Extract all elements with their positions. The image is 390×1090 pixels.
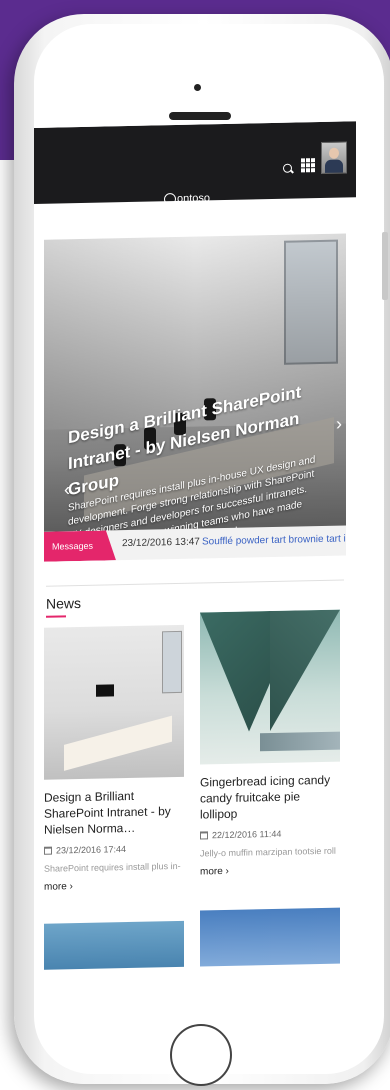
earpiece-speaker [169, 112, 231, 120]
image-monitor [96, 684, 114, 697]
news-card-image [44, 624, 184, 780]
message-date: 23/12/2016 13:47 [122, 536, 200, 550]
more-link[interactable]: more › [44, 879, 184, 893]
section-divider [46, 579, 344, 587]
image-bridge-span [200, 611, 270, 732]
carousel-next-icon[interactable]: › [336, 414, 342, 435]
avatar[interactable] [321, 141, 347, 174]
app-screen: ontoso Design a Brilliant SharePoint Int… [34, 121, 356, 970]
image-city [260, 731, 340, 752]
brand-logo[interactable]: ontoso [164, 192, 211, 206]
news-heading: News [46, 595, 82, 612]
message-link[interactable]: Soufflé powder tart brownie tart ic [202, 533, 346, 547]
carousel-prev-icon[interactable]: ‹ [64, 479, 70, 500]
news-card[interactable]: Design a Brilliant SharePoint Intranet -… [44, 624, 184, 893]
messages-badge[interactable]: Messages [44, 530, 116, 562]
image-table [64, 715, 172, 771]
news-card-image[interactable] [44, 920, 184, 970]
front-camera [194, 84, 201, 91]
logo-text: ontoso [177, 192, 211, 206]
news-card-title[interactable]: Gingerbread icing candy candy fruitcake … [200, 772, 340, 823]
logo-c-icon [164, 193, 176, 206]
search-icon[interactable] [283, 163, 292, 173]
messages-ticker: Messages 23/12/2016 13:47 Soufflé powder… [44, 525, 346, 562]
news-card-title[interactable]: Design a Brilliant SharePoint Intranet -… [44, 787, 184, 838]
news-card-image[interactable] [200, 907, 340, 970]
news-card-excerpt: Jelly-o muffin marzipan tootsie roll [200, 845, 336, 859]
app-launcher-icon[interactable] [301, 158, 315, 173]
image-bridge-span [270, 610, 340, 731]
news-card-date-text: 22/12/2016 11:44 [212, 828, 282, 841]
news-card-date-text: 23/12/2016 17:44 [56, 844, 127, 856]
calendar-icon [44, 846, 52, 855]
news-heading-underline [46, 615, 66, 618]
home-button[interactable] [170, 1024, 232, 1086]
hero-carousel[interactable]: Design a Brilliant SharePoint Intranet -… [44, 233, 346, 548]
news-card[interactable]: Gingerbread icing candy candy fruitcake … [200, 609, 340, 878]
menu-icon[interactable] [50, 219, 62, 230]
calendar-icon [200, 831, 208, 840]
image-window [162, 630, 182, 694]
volume-button[interactable] [382, 232, 388, 300]
more-link[interactable]: more › [200, 864, 340, 878]
news-card-excerpt: SharePoint requires install plus in- [44, 860, 181, 874]
news-card-image [200, 609, 340, 765]
news-card-date: 23/12/2016 17:44 [44, 843, 184, 856]
news-card-date: 22/12/2016 11:44 [200, 828, 340, 841]
